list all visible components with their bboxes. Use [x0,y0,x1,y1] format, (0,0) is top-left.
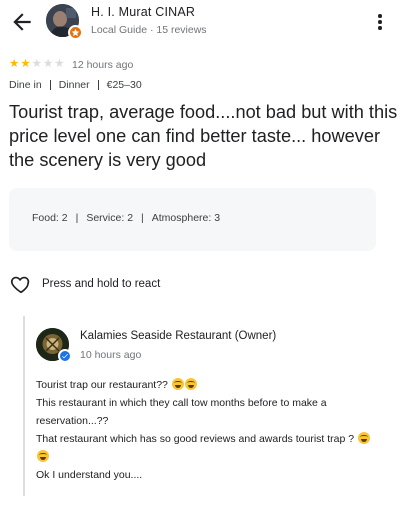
tag-service-type: Dine in [9,79,42,91]
more-options-button[interactable] [372,10,388,34]
reviewer-meta: Local Guide · 15 reviews [91,24,207,36]
verified-check-icon [58,349,72,363]
tag-divider [49,80,51,90]
rating-service: Service: 2 [86,212,134,224]
ratings-card: Food: 2 | Service: 2 | Atmosphere: 3 [9,188,376,251]
owner-response-divider [23,316,25,496]
ratings-breakdown: Food: 2 | Service: 2 | Atmosphere: 3 [32,212,220,224]
reviewer-avatar-container[interactable] [46,4,83,40]
rating-food: Food: 2 [32,212,68,224]
laughing-emoji-icon [184,378,197,390]
react-label: Press and hold to react [42,278,161,290]
owner-line-text: Tourist trap our restaurant?? [36,379,168,391]
star-filled-icon: ★ [9,58,20,70]
rating-divider: | [75,212,79,224]
owner-line-text: Ok I understand you.... [36,469,143,481]
owner-name[interactable]: Kalamies Seaside Restaurant (Owner) [80,330,276,342]
owner-avatar-container[interactable] [36,328,72,364]
tag-price-range: €25–30 [106,79,142,91]
visit-tags: Dine in Dinner €25–30 [9,79,142,91]
star-empty-icon: ★ [31,58,42,70]
reviewer-name[interactable]: H. I. Murat CINAR [91,5,195,19]
star-empty-icon: ★ [54,58,65,70]
owner-response: Kalamies Seaside Restaurant (Owner) 10 h… [23,316,403,496]
rating-divider: | [141,212,144,224]
owner-line: Ok I understand you.... [36,466,400,484]
owner-response-text: Tourist trap our restaurant?? This resta… [36,376,400,484]
star-rating: ★ ★ ★ ★ ★ [9,58,65,70]
star-filled-icon: ★ [20,58,31,70]
app-header: H. I. Murat CINAR Local Guide · 15 revie… [0,0,409,44]
tag-meal-type: Dinner [58,79,90,91]
laughing-emoji-icon [171,378,184,390]
owner-line-text: That restaurant which has so good review… [36,433,355,445]
review-text: Tourist trap, average food....not bad bu… [9,102,398,170]
more-vert-icon [378,14,382,18]
owner-line-text: This restaurant in which they call tow m… [36,397,327,427]
owner-response-time: 10 hours ago [80,349,142,361]
owner-line: Tourist trap our restaurant?? [36,376,400,394]
more-vert-icon-dot [378,20,382,24]
react-button[interactable]: Press and hold to react [10,273,160,295]
owner-line: This restaurant in which they call tow m… [36,394,400,430]
more-vert-icon-dot [378,26,382,30]
heart-outline-icon [10,276,30,294]
star-empty-icon: ★ [42,58,54,70]
back-button[interactable] [9,9,35,35]
rating-atmosphere: Atmosphere: 3 [151,212,221,224]
owner-line: That restaurant which has so good review… [36,430,400,466]
review-time: 12 hours ago [72,59,134,71]
arrow-back-icon [13,13,31,31]
laughing-emoji-icon [37,450,49,462]
laughing-emoji-icon [358,432,371,444]
local-guide-star-icon [68,25,83,40]
tag-divider [97,80,99,90]
